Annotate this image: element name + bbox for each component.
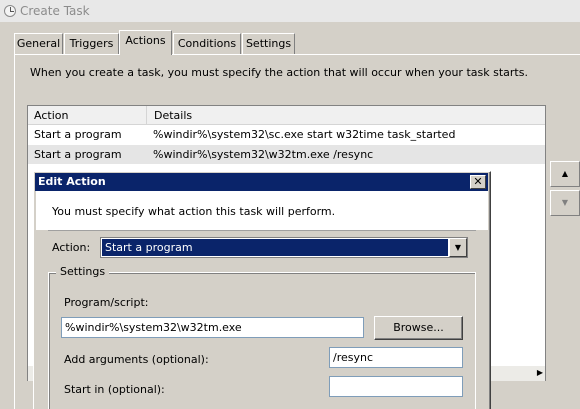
tab-settings[interactable]: Settings [242, 33, 295, 54]
start-in-input[interactable] [329, 376, 463, 397]
tab-conditions[interactable]: Conditions [173, 33, 241, 54]
move-down-button[interactable]: ▼ [550, 190, 580, 216]
arguments-input[interactable]: /resync [329, 347, 463, 368]
column-header-details[interactable]: Details [148, 106, 545, 125]
row-action: Start a program [34, 148, 122, 161]
start-in-label: Start in (optional): [64, 383, 165, 396]
row-action: Start a program [34, 128, 122, 141]
tab-general[interactable]: General [14, 33, 63, 54]
table-row[interactable]: Start a program %windir%\system32\w32tm.… [28, 145, 545, 164]
window-title: Create Task [20, 4, 90, 18]
program-label: Program/script: [64, 296, 149, 309]
dialog-instruction: You must specify what action this task w… [52, 205, 336, 218]
scroll-right-icon[interactable]: ▶ [537, 368, 543, 377]
chevron-down-icon: ▼ [454, 243, 462, 252]
divider [48, 230, 476, 231]
window-titlebar: Create Task [0, 0, 580, 22]
dialog-close-button[interactable]: ✕ [470, 175, 486, 189]
action-select-dropdown[interactable]: ▼ [449, 238, 467, 257]
close-icon: ✕ [473, 175, 483, 188]
clock-icon [4, 5, 16, 17]
action-select-value[interactable]: Start a program [102, 239, 448, 256]
row-details: %windir%\system32\w32tm.exe /resync [153, 148, 374, 161]
arguments-label: Add arguments (optional): [64, 353, 209, 366]
browse-button[interactable]: Browse... [374, 316, 463, 340]
row-details: %windir%\system32\sc.exe start w32time t… [153, 128, 456, 141]
action-label: Action: [52, 241, 91, 254]
settings-group-label: Settings [56, 265, 110, 279]
actions-intro-text: When you create a task, you must specify… [30, 66, 528, 79]
dialog-title: Edit Action [35, 173, 488, 191]
arrow-up-icon: ▲ [561, 169, 569, 178]
tab-triggers[interactable]: Triggers [64, 33, 119, 54]
program-input[interactable]: %windir%\system32\w32tm.exe [61, 317, 364, 338]
arrow-down-icon: ▼ [561, 198, 569, 207]
column-header-action[interactable]: Action [28, 106, 147, 125]
move-up-button[interactable]: ▲ [550, 161, 580, 187]
tab-actions[interactable]: Actions [119, 30, 172, 55]
table-row[interactable]: Start a program %windir%\system32\sc.exe… [28, 125, 545, 144]
